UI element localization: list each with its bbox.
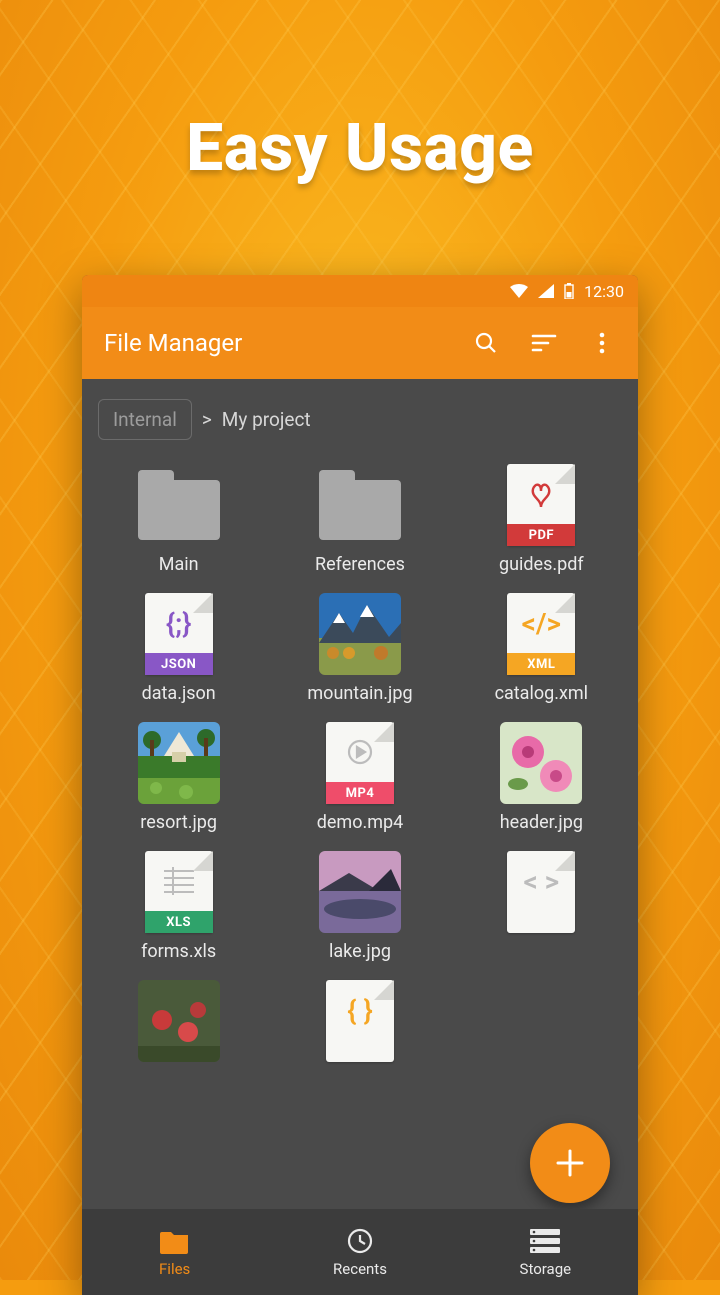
nav-recents-label: Recents xyxy=(333,1260,387,1278)
file-label: Main xyxy=(159,554,199,575)
file-label: data.json xyxy=(142,683,216,704)
mp4-file-icon: MP4 xyxy=(326,722,394,804)
signal-icon xyxy=(538,284,554,298)
file-label: guides.pdf xyxy=(499,554,584,575)
file-item[interactable]: XLS forms.xls xyxy=(88,851,269,962)
image-thumbnail xyxy=(138,980,220,1062)
file-item[interactable]: < > xyxy=(451,851,632,962)
wifi-icon xyxy=(510,284,528,298)
file-item[interactable]: resort.jpg xyxy=(88,722,269,833)
folder-icon xyxy=(319,470,401,540)
folder-item[interactable]: References xyxy=(269,464,450,575)
status-time: 12:30 xyxy=(584,282,624,301)
file-label: catalog.xml xyxy=(495,683,588,704)
overflow-button[interactable] xyxy=(588,329,616,357)
phone-frame: 12:30 File Manager Internal > My project… xyxy=(82,275,638,1295)
code-file-icon: < > xyxy=(507,851,575,933)
breadcrumb-separator: > xyxy=(202,408,212,431)
file-item[interactable] xyxy=(88,980,269,1070)
folder-item[interactable]: Main xyxy=(88,464,269,575)
app-bar: File Manager xyxy=(82,307,638,379)
file-label: demo.mp4 xyxy=(317,812,404,833)
nav-recents[interactable]: Recents xyxy=(267,1209,452,1295)
file-label: lake.jpg xyxy=(329,941,391,962)
json-file-icon: {;}JSON xyxy=(145,593,213,675)
file-item[interactable]: </>XML catalog.xml xyxy=(451,593,632,704)
hero-title: Easy Usage xyxy=(0,0,720,187)
storage-icon xyxy=(530,1226,560,1256)
clock-icon xyxy=(345,1226,375,1256)
app-title: File Manager xyxy=(104,329,472,357)
file-item[interactable]: header.jpg xyxy=(451,722,632,833)
status-bar: 12:30 xyxy=(82,275,638,307)
file-label: resort.jpg xyxy=(140,812,217,833)
nav-files[interactable]: Files xyxy=(82,1209,267,1295)
image-thumbnail xyxy=(319,851,401,933)
image-thumbnail xyxy=(500,722,582,804)
add-fab[interactable] xyxy=(530,1123,610,1203)
xml-file-icon: </>XML xyxy=(507,593,575,675)
file-item[interactable]: MP4 demo.mp4 xyxy=(269,722,450,833)
file-item[interactable]: {;}JSON data.json xyxy=(88,593,269,704)
nav-storage-label: Storage xyxy=(520,1260,572,1278)
image-thumbnail xyxy=(138,722,220,804)
breadcrumb-root[interactable]: Internal xyxy=(98,399,192,440)
pdf-file-icon: PDF xyxy=(507,464,575,546)
breadcrumb: Internal > My project xyxy=(82,379,638,454)
file-item[interactable]: mountain.jpg xyxy=(269,593,450,704)
search-button[interactable] xyxy=(472,329,500,357)
folder-icon xyxy=(160,1226,190,1256)
xls-file-icon: XLS xyxy=(145,851,213,933)
file-item[interactable]: PDF guides.pdf xyxy=(451,464,632,575)
code-file-icon: { } xyxy=(326,980,394,1062)
file-label: mountain.jpg xyxy=(307,683,412,704)
file-item[interactable]: lake.jpg xyxy=(269,851,450,962)
image-thumbnail xyxy=(319,593,401,675)
file-label: References xyxy=(315,554,405,575)
breadcrumb-current: My project xyxy=(222,408,311,431)
bottom-nav: Files Recents Storage xyxy=(82,1209,638,1295)
sort-button[interactable] xyxy=(530,329,558,357)
file-item[interactable]: { } xyxy=(269,980,450,1070)
folder-icon xyxy=(138,470,220,540)
nav-files-label: Files xyxy=(159,1260,190,1278)
file-label: header.jpg xyxy=(500,812,583,833)
nav-storage[interactable]: Storage xyxy=(453,1209,638,1295)
file-label: forms.xls xyxy=(141,941,216,962)
battery-icon xyxy=(564,283,574,299)
